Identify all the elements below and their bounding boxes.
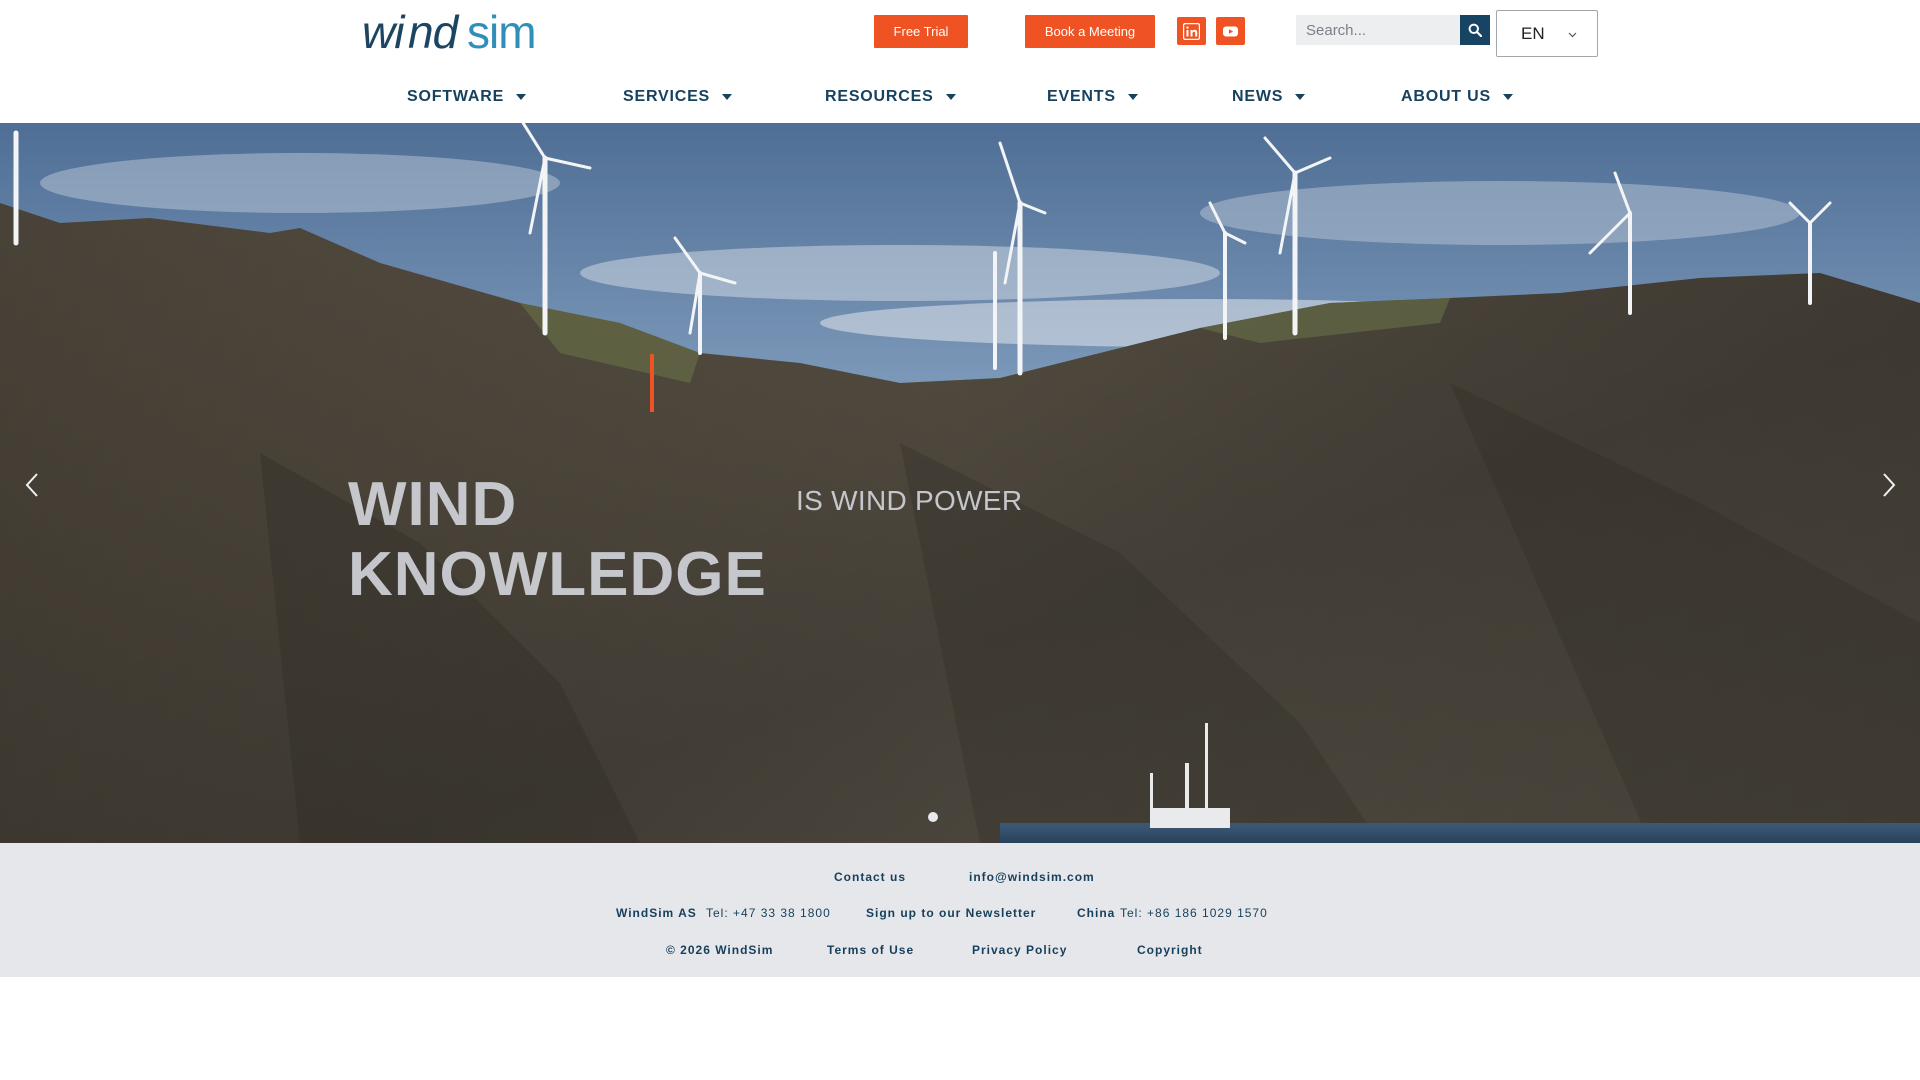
- hero-slider: WIND KNOWLEDGE IS WIND POWER: [0, 123, 1920, 843]
- caret-down-icon: [945, 94, 956, 100]
- nav-item-events[interactable]: EVENTS: [1047, 82, 1138, 112]
- nav-label: NEWS: [1232, 88, 1284, 105]
- hero-background-image: [0, 123, 1920, 843]
- search-input[interactable]: [1296, 15, 1460, 45]
- copyright-link[interactable]: Copyright: [1137, 943, 1203, 957]
- svg-text:wi: wi: [362, 14, 406, 58]
- book-meeting-button[interactable]: Book a Meeting: [1025, 15, 1155, 48]
- site-footer: Contact us info@windsim.com WindSim AS T…: [0, 843, 1920, 977]
- free-trial-button[interactable]: Free Trial: [874, 15, 968, 48]
- caret-down-icon: [1502, 94, 1513, 100]
- search-icon: [1468, 23, 1482, 37]
- slider-next-arrow[interactable]: [1876, 470, 1902, 500]
- company-name: WindSim AS: [616, 906, 697, 920]
- newsletter-link[interactable]: Sign up to our Newsletter: [866, 906, 1036, 920]
- search-bar: [1296, 15, 1490, 45]
- nav-label: SERVICES: [623, 88, 711, 105]
- email-link[interactable]: info@windsim.com: [969, 870, 1095, 884]
- hero-accent-bar: [650, 354, 654, 412]
- windsim-logo[interactable]: wi nd sim: [362, 14, 598, 58]
- site-header: wi nd sim Free Trial Book a Meeting EN: [0, 0, 1920, 123]
- nav-item-software[interactable]: SOFTWARE: [407, 82, 527, 112]
- hero-title: WIND KNOWLEDGE: [348, 470, 808, 610]
- privacy-policy-link[interactable]: Privacy Policy: [972, 943, 1067, 957]
- windsim-logo-graphic: wi nd sim: [362, 14, 537, 58]
- nav-item-services[interactable]: SERVICES: [623, 82, 733, 112]
- chevron-right-icon: [1883, 473, 1896, 497]
- main-nav: SOFTWARE SERVICES RESOURCES EVENTS NEWS …: [0, 82, 1920, 112]
- caret-down-icon: [722, 94, 733, 100]
- terms-of-use-link[interactable]: Terms of Use: [827, 943, 914, 957]
- nav-label: ABOUT US: [1401, 88, 1491, 105]
- youtube-icon[interactable]: [1216, 17, 1245, 45]
- language-selected: EN: [1521, 23, 1545, 43]
- china-phone: Tel: +86 186 1029 1570: [1120, 906, 1268, 920]
- chevron-down-icon: [1568, 32, 1577, 38]
- hero-title-line-1: WIND: [348, 470, 518, 539]
- linkedin-icon[interactable]: [1177, 17, 1206, 45]
- slider-dot-active[interactable]: [928, 812, 938, 822]
- search-button[interactable]: [1460, 15, 1490, 45]
- contact-us-link[interactable]: Contact us: [834, 870, 906, 884]
- company-phone: Tel: +47 33 38 1800: [706, 906, 831, 920]
- nav-label: RESOURCES: [825, 88, 934, 105]
- svg-text:sim: sim: [467, 14, 536, 58]
- caret-down-icon: [1295, 94, 1306, 100]
- slider-prev-arrow[interactable]: [19, 470, 45, 500]
- china-label: China: [1077, 906, 1116, 920]
- svg-text:nd: nd: [408, 14, 460, 58]
- nav-item-about-us[interactable]: ABOUT US: [1401, 82, 1513, 112]
- nav-item-resources[interactable]: RESOURCES: [825, 82, 956, 112]
- caret-down-icon: [1127, 94, 1138, 100]
- nav-label: EVENTS: [1047, 88, 1116, 105]
- nav-item-news[interactable]: NEWS: [1232, 82, 1306, 112]
- language-select[interactable]: EN: [1496, 10, 1598, 57]
- copyright-notice: © 2026 WindSim: [666, 943, 774, 957]
- hero-title-line-2: KNOWLEDGE: [348, 540, 767, 609]
- chevron-left-icon: [25, 473, 38, 497]
- nav-label: SOFTWARE: [407, 88, 505, 105]
- caret-down-icon: [516, 94, 527, 100]
- hero-subtitle: IS WIND POWER: [796, 485, 1023, 516]
